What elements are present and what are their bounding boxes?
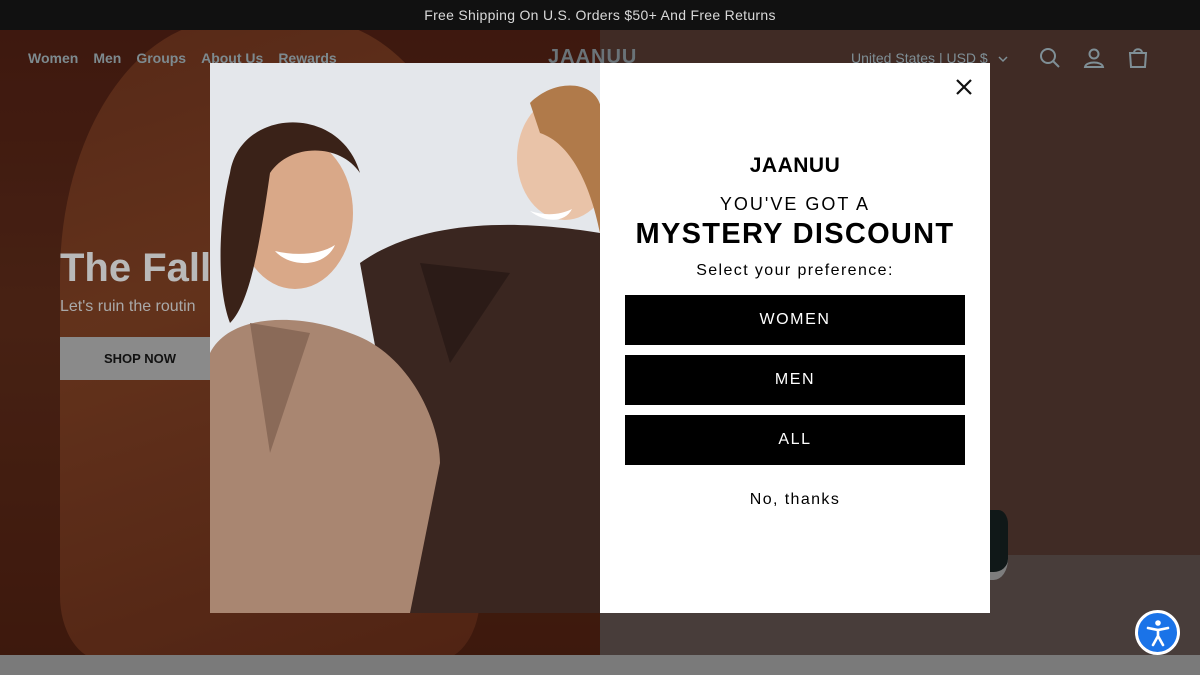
accessibility-button[interactable] bbox=[1135, 610, 1180, 655]
nav-item-men[interactable]: Men bbox=[93, 50, 121, 66]
popup-image bbox=[210, 63, 600, 613]
hero-title: The Fall bbox=[60, 246, 212, 290]
nav-item-groups[interactable]: Groups bbox=[136, 50, 186, 66]
popup-photo bbox=[210, 63, 600, 613]
popup-logo: JAANUU bbox=[749, 154, 841, 177]
popup-heading-line2: MYSTERY DISCOUNT bbox=[635, 218, 955, 250]
bottom-strip bbox=[0, 655, 1200, 675]
announcement-bar: Free Shipping On U.S. Orders $50+ And Fr… bbox=[0, 0, 1200, 30]
hero-subtitle: Let's ruin the routin bbox=[60, 298, 196, 315]
account-icon[interactable] bbox=[1082, 46, 1106, 70]
men-button[interactable]: MEN bbox=[625, 355, 965, 405]
announcement-text: Free Shipping On U.S. Orders $50+ And Fr… bbox=[424, 7, 776, 23]
close-popup-button[interactable] bbox=[952, 75, 976, 99]
accessibility-icon bbox=[1146, 619, 1169, 646]
close-icon bbox=[956, 79, 972, 95]
cart-icon[interactable] bbox=[1126, 46, 1150, 70]
chevron-down-icon bbox=[998, 56, 1008, 63]
discount-popup: JAANUU YOU'VE GOT A MYSTERY DISCOUNT Sel… bbox=[210, 63, 990, 613]
popup-prompt: Select your preference: bbox=[696, 262, 894, 279]
no-thanks-link[interactable]: No, thanks bbox=[600, 491, 990, 509]
nav-item-women[interactable]: Women bbox=[28, 50, 78, 66]
popup-heading-line1: YOU'VE GOT A bbox=[719, 194, 871, 214]
shop-now-button[interactable]: SHOP NOW bbox=[60, 337, 220, 380]
women-button[interactable]: WOMEN bbox=[625, 295, 965, 345]
all-button[interactable]: ALL bbox=[625, 415, 965, 465]
search-icon[interactable] bbox=[1038, 46, 1062, 70]
popup-content: JAANUU YOU'VE GOT A MYSTERY DISCOUNT Sel… bbox=[600, 63, 990, 613]
